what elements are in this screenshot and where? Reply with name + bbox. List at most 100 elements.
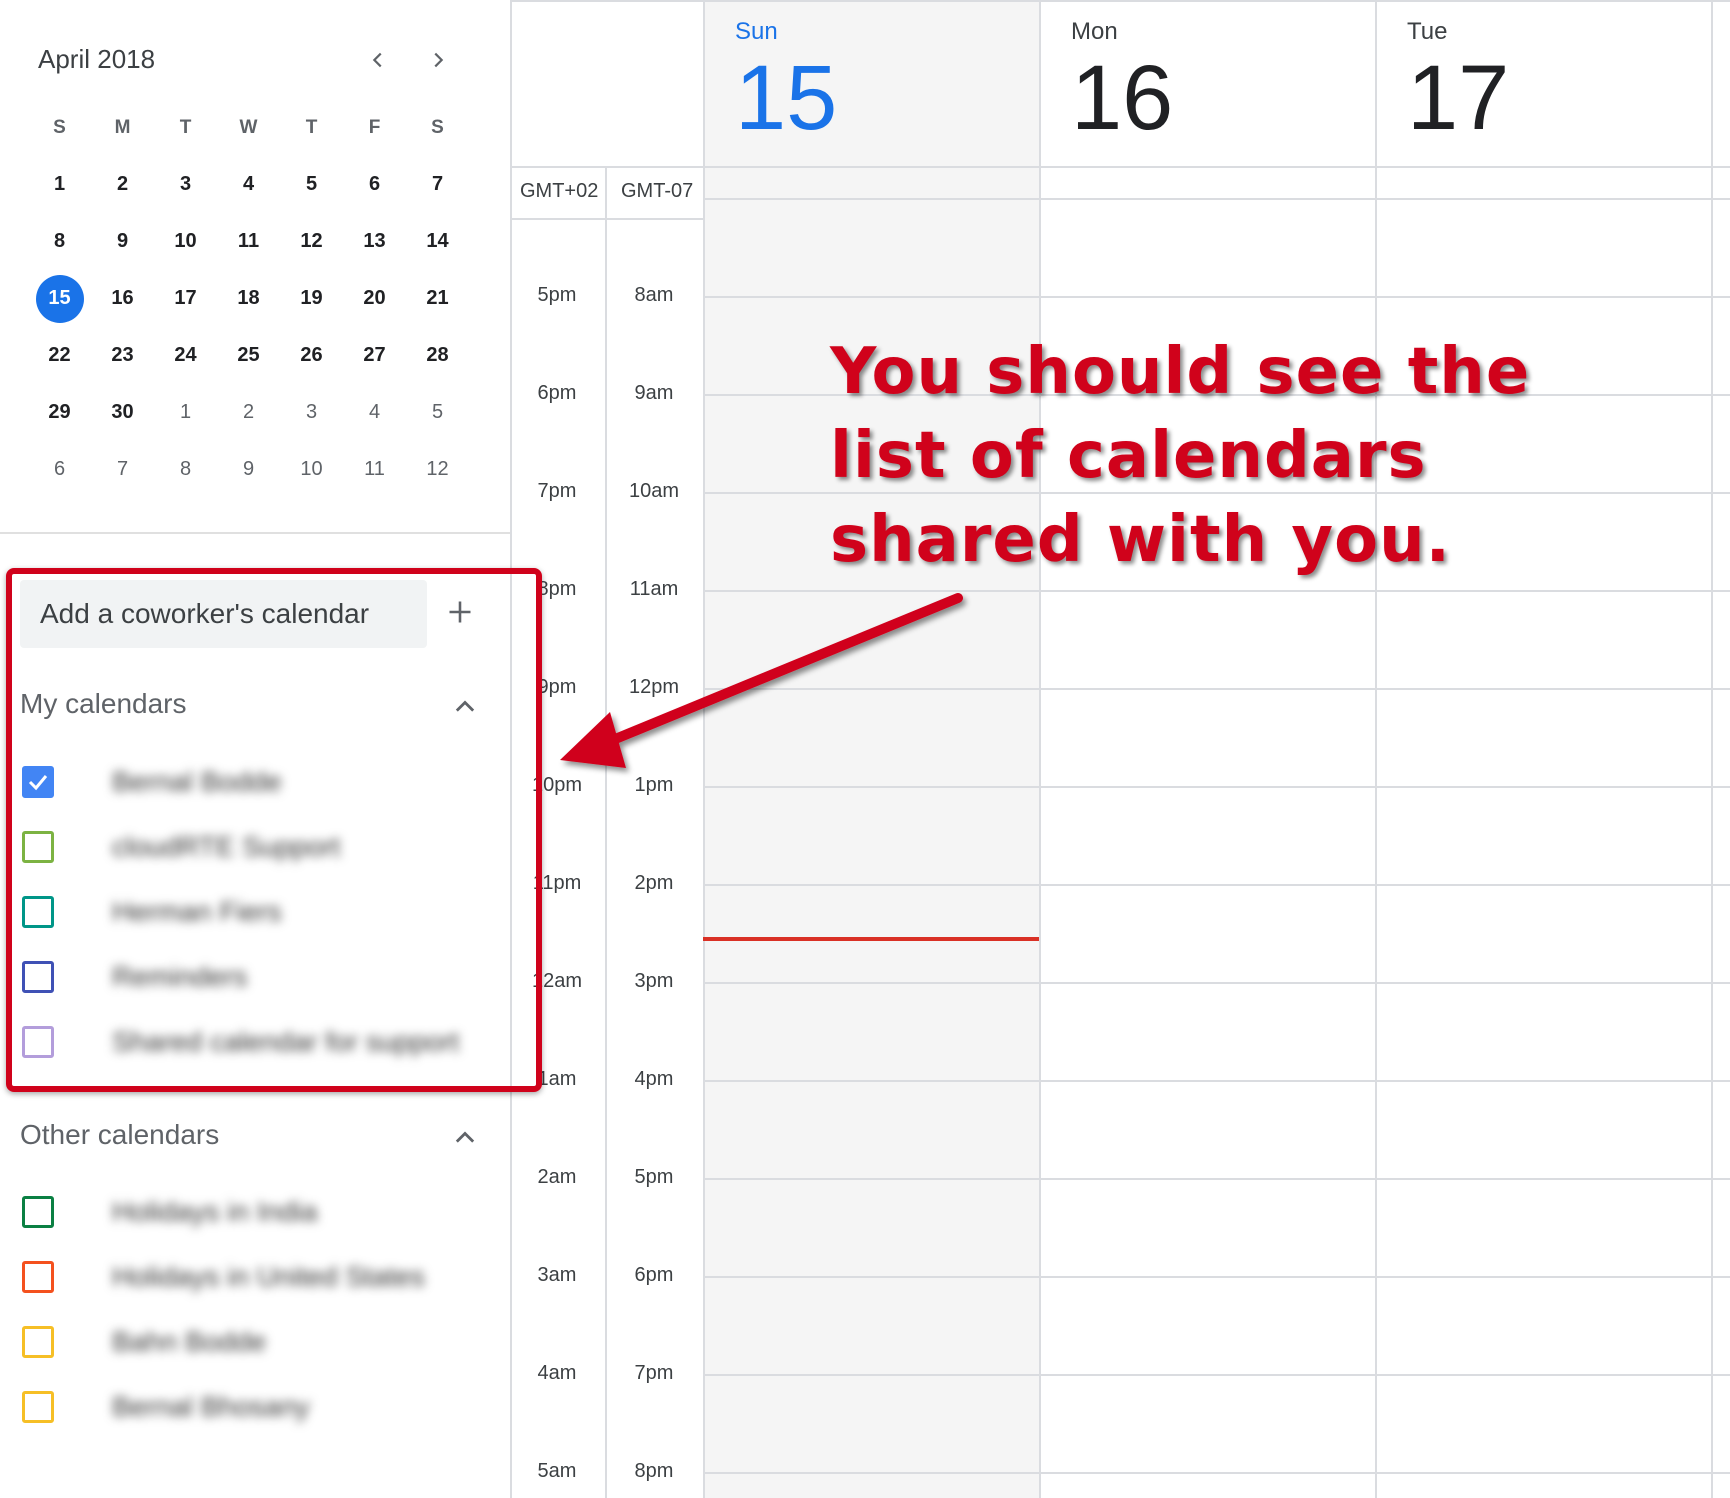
day-header-sun[interactable]: Sun 15 [735,18,837,146]
mini-calendar-day[interactable]: 30 [91,384,154,441]
mini-calendar-day-today[interactable]: 15 [28,270,91,327]
chevron-up-icon [455,1131,475,1143]
mini-calendar-day-number: 25 [237,344,260,366]
mini-calendar-day[interactable]: 24 [154,327,217,384]
day-header-tue[interactable]: Tue 17 [1407,18,1509,146]
mini-calendar-day[interactable]: 20 [343,270,406,327]
current-time-indicator [703,937,1039,941]
today-column[interactable] [703,0,1039,1498]
mini-calendar-day[interactable]: 8 [154,441,217,498]
time-label-primary: 2am [537,1166,577,1188]
time-label-secondary: 2pm [634,872,674,894]
mini-calendar-day[interactable]: 5 [406,384,469,441]
calendar-list-item[interactable]: Holidays in India [22,1192,492,1232]
mini-calendar-day-number: 11 [237,230,260,252]
time-label-secondary: 1pm [634,774,674,796]
mini-calendar-day[interactable]: 7 [406,156,469,213]
time-label-secondary: 8am [634,284,674,306]
calendar-list-item[interactable]: Bernal Bhosany [22,1387,492,1427]
mini-calendar-day[interactable]: 9 [217,441,280,498]
next-month-button[interactable] [418,42,458,78]
mini-calendar-day[interactable]: 22 [28,327,91,384]
mini-calendar-day-number: 5 [305,173,318,195]
calendar-list-item[interactable]: Holidays in United States [22,1257,492,1297]
hour-gridline [703,884,1730,886]
mini-calendar-day[interactable]: 3 [154,156,217,213]
timezone-secondary-label: GMT-07 [621,180,694,202]
mini-calendar-day-number: 24 [174,344,197,366]
mini-calendar-day[interactable]: 2 [91,156,154,213]
mini-calendar-day[interactable]: 6 [28,441,91,498]
mini-calendar-day-number: 26 [300,344,323,366]
calendar-checkbox[interactable] [22,1391,54,1423]
mini-calendar-day[interactable]: 14 [406,213,469,270]
mini-calendar-day[interactable]: 1 [28,156,91,213]
mini-calendar-day[interactable]: 13 [343,213,406,270]
mini-calendar-day-number: 23 [111,344,134,366]
mini-calendar-day[interactable]: 18 [217,270,280,327]
annotation-text: You should see the list of calendars sha… [830,330,1590,582]
mini-calendar-day-number: 3 [179,173,192,195]
calendar-checkbox[interactable] [22,1326,54,1358]
weekday-header: S [53,117,66,138]
calendar-checkbox[interactable] [22,1261,54,1293]
mini-calendar-day-number: 1 [179,401,192,423]
other-calendars-label: Other calendars [20,1119,220,1150]
mini-calendar-day[interactable]: 6 [343,156,406,213]
previous-month-button[interactable] [358,42,398,78]
mini-calendar-day[interactable]: 12 [280,213,343,270]
mini-calendar-day-number: 20 [363,287,386,309]
mini-calendar-day[interactable]: 11 [343,441,406,498]
mini-calendar-day-number: 10 [174,230,197,252]
weekday-header: W [239,117,258,138]
mini-calendar-day[interactable]: 17 [154,270,217,327]
calendar-list-item[interactable]: Bahn Bodde [22,1322,492,1362]
mini-calendar-day[interactable]: 3 [280,384,343,441]
time-label-secondary: 11am [629,578,679,600]
timezone-primary-label: GMT+02 [520,180,599,202]
hour-gridline [703,1080,1730,1082]
mini-calendar-day[interactable]: 4 [343,384,406,441]
annotation-line: list of calendars [830,419,1427,493]
day-header-mon[interactable]: Mon 16 [1071,18,1173,146]
mini-calendar-day-number: 7 [116,458,129,480]
time-label-primary: 7pm [537,480,577,502]
mini-calendar-day[interactable]: 2 [217,384,280,441]
mini-calendar-day[interactable]: 26 [280,327,343,384]
mini-calendar-day[interactable]: 11 [217,213,280,270]
mini-calendar-day[interactable]: 25 [217,327,280,384]
mini-calendar-day[interactable]: 29 [28,384,91,441]
calendar-checkbox[interactable] [22,1196,54,1228]
mini-calendar-day[interactable]: 12 [406,441,469,498]
time-label-primary: 5am [537,1460,577,1482]
mini-calendar-day[interactable]: 5 [280,156,343,213]
calendar-name: Bahn Bodde [112,1326,267,1357]
time-label-primary: 4am [537,1362,577,1384]
hour-gridline [703,786,1730,788]
mini-calendar-day[interactable]: 10 [280,441,343,498]
mini-calendar-day[interactable]: 27 [343,327,406,384]
time-label-secondary: 6pm [634,1264,674,1286]
mini-calendar-day[interactable]: 28 [406,327,469,384]
mini-calendar-day[interactable]: 19 [280,270,343,327]
hour-gridline [703,982,1730,984]
annotation-line: shared with you. [830,503,1451,577]
mini-calendar-day[interactable]: 1 [154,384,217,441]
mini-calendar-day[interactable]: 7 [91,441,154,498]
mini-calendar-day[interactable]: 21 [406,270,469,327]
mini-calendar-day[interactable]: 9 [91,213,154,270]
time-label-secondary: 10am [628,480,680,502]
hour-gridline [703,590,1730,592]
mini-calendar-day[interactable]: 23 [91,327,154,384]
calendar-name: Holidays in India [112,1196,318,1227]
other-calendars-header[interactable]: Other calendars [20,1119,480,1151]
mini-calendar-day-number: 8 [53,230,66,252]
weekday-header: F [368,117,381,138]
mini-calendar-day[interactable]: 8 [28,213,91,270]
mini-calendar-day[interactable]: 16 [91,270,154,327]
mini-calendar-day[interactable]: 4 [217,156,280,213]
mini-calendar-day-number: 9 [116,230,129,252]
mini-calendar-day-number: 15 [35,274,84,323]
time-label-secondary: 3pm [634,970,674,992]
mini-calendar-day[interactable]: 10 [154,213,217,270]
